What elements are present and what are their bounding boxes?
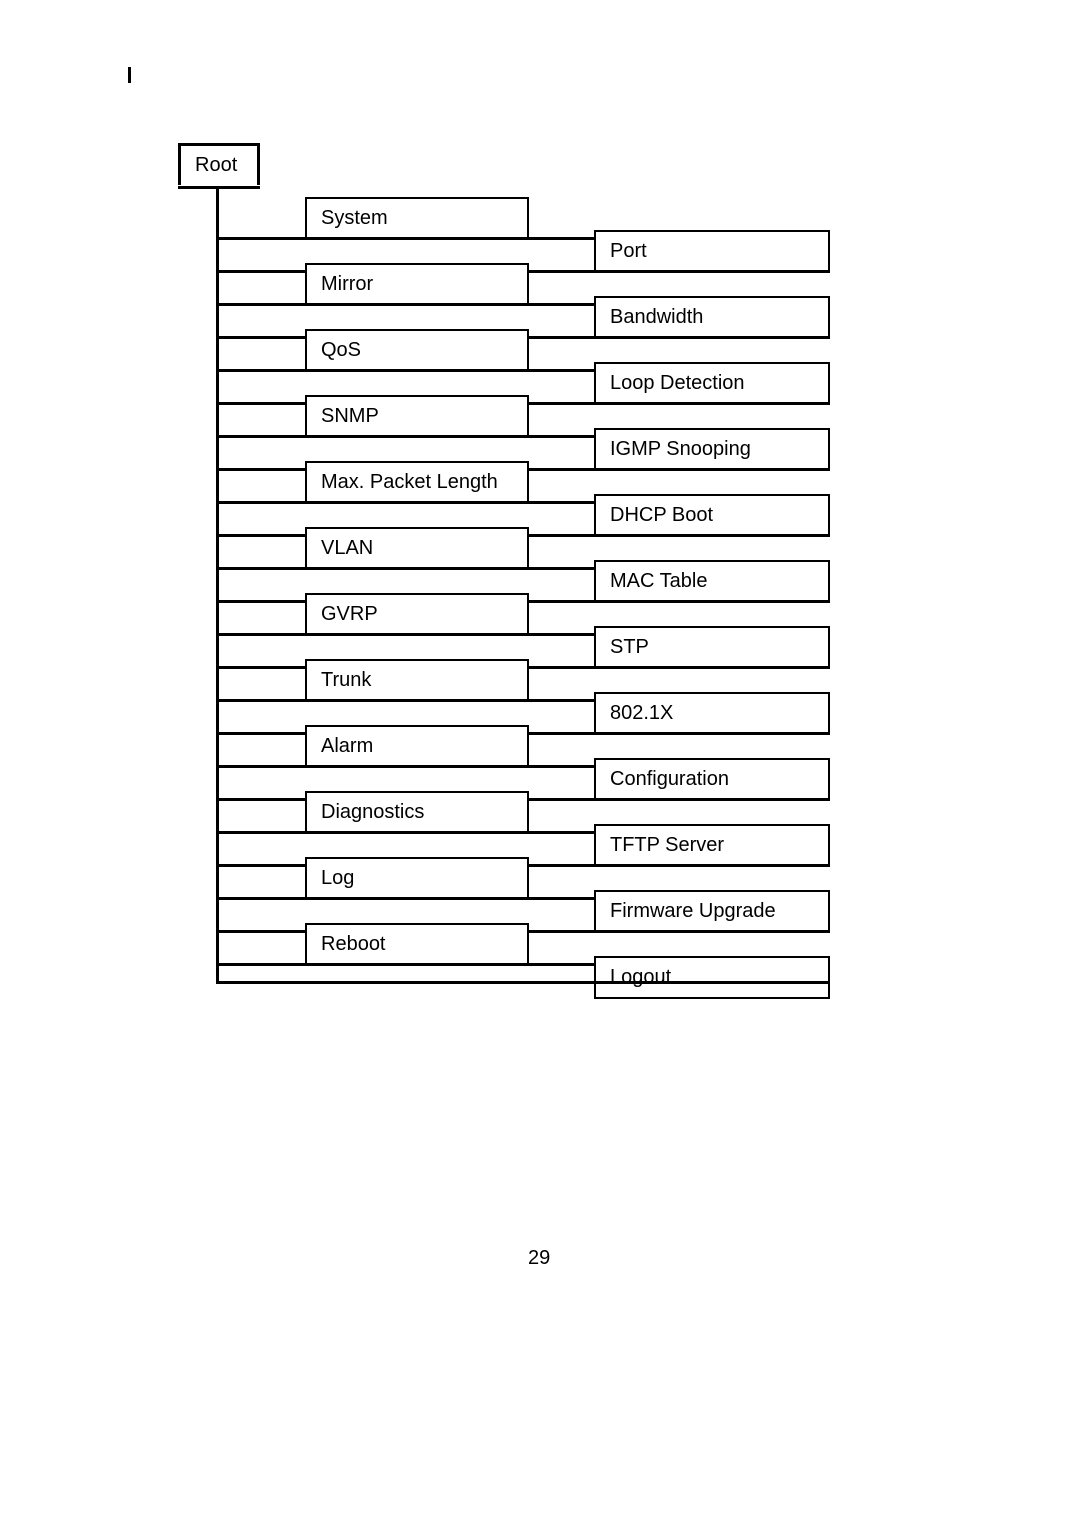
connector — [216, 981, 830, 984]
node-label: Configuration — [610, 768, 729, 790]
right-node: DHCP Boot — [594, 494, 830, 537]
node-label: QoS — [321, 339, 361, 361]
node-label: Firmware Upgrade — [610, 900, 776, 922]
node-label: Log — [321, 867, 354, 889]
left-node: QoS — [305, 329, 529, 372]
root-label: Root — [195, 154, 237, 176]
left-node: Log — [305, 857, 529, 900]
node-label: GVRP — [321, 603, 378, 625]
left-node: System — [305, 197, 529, 240]
right-node: MAC Table — [594, 560, 830, 603]
node-label: SNMP — [321, 405, 379, 427]
connector — [216, 303, 594, 306]
connector — [216, 633, 594, 636]
right-node: Bandwidth — [594, 296, 830, 339]
right-node: Logout — [594, 956, 830, 999]
menu-tree-diagram: Root System Port Mirror Bandwidth QoS Lo… — [0, 0, 1080, 1526]
node-label: DHCP Boot — [610, 504, 713, 526]
node-label: 802.1X — [610, 702, 673, 724]
connector — [216, 435, 594, 438]
connector — [216, 699, 594, 702]
left-node: Max. Packet Length — [305, 461, 529, 504]
node-label: Alarm — [321, 735, 373, 757]
stray-mark — [128, 67, 131, 83]
connector — [216, 963, 594, 966]
node-label: Logout — [610, 966, 671, 988]
right-node: TFTP Server — [594, 824, 830, 867]
node-label: Diagnostics — [321, 801, 424, 823]
left-node: VLAN — [305, 527, 529, 570]
left-node: SNMP — [305, 395, 529, 438]
connector — [216, 567, 594, 570]
node-label: Loop Detection — [610, 372, 745, 394]
node-label: Bandwidth — [610, 306, 703, 328]
node-label: MAC Table — [610, 570, 707, 592]
node-label: STP — [610, 636, 649, 658]
left-node: Alarm — [305, 725, 529, 768]
connector — [216, 501, 594, 504]
node-label: Reboot — [321, 933, 386, 955]
left-node: Diagnostics — [305, 791, 529, 834]
connector — [216, 897, 594, 900]
left-node: Trunk — [305, 659, 529, 702]
node-label: VLAN — [321, 537, 373, 559]
right-node: Loop Detection — [594, 362, 830, 405]
node-label: Trunk — [321, 669, 371, 691]
connector — [216, 237, 594, 240]
connector — [216, 369, 594, 372]
node-label: Max. Packet Length — [321, 471, 498, 493]
root-bottom-right — [219, 186, 260, 189]
node-label: System — [321, 207, 388, 229]
right-node: Configuration — [594, 758, 830, 801]
right-node: Port — [594, 230, 830, 273]
root-bottom-left — [178, 186, 216, 189]
right-node: IGMP Snooping — [594, 428, 830, 471]
root-node: Root — [178, 143, 260, 185]
node-label: TFTP Server — [610, 834, 724, 856]
right-node: Firmware Upgrade — [594, 890, 830, 933]
left-node: Reboot — [305, 923, 529, 966]
node-label: IGMP Snooping — [610, 438, 751, 460]
page-number: 29 — [528, 1247, 550, 1270]
connector — [216, 765, 594, 768]
right-node: STP — [594, 626, 830, 669]
node-label: Mirror — [321, 273, 373, 295]
connector — [216, 831, 594, 834]
left-node: Mirror — [305, 263, 529, 306]
right-node: 802.1X — [594, 692, 830, 735]
node-label: Port — [610, 240, 647, 262]
left-node: GVRP — [305, 593, 529, 636]
